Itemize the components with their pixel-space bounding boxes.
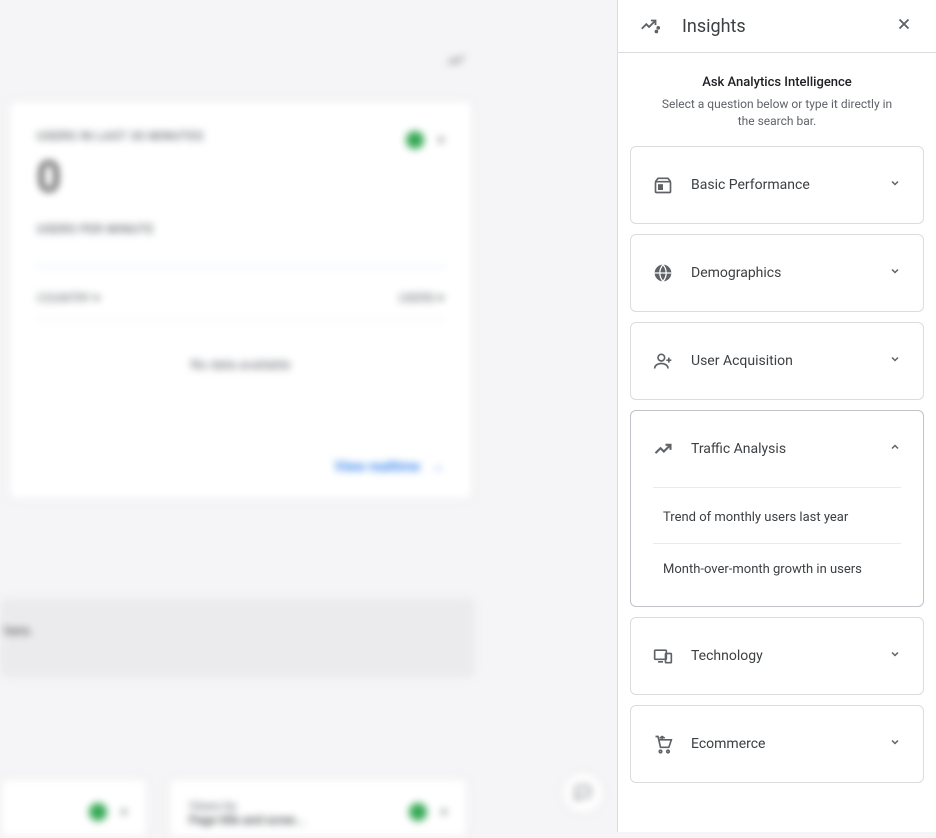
card-title: USERS IN LAST 30 MINUTES xyxy=(37,129,444,143)
no-data-message: No data available xyxy=(37,358,444,373)
suggestion-item[interactable]: Trend of monthly users last year xyxy=(653,492,901,545)
category-basic-performance: Basic Performance xyxy=(630,146,924,224)
arrow-icon: → xyxy=(430,458,444,475)
person-icon xyxy=(653,351,673,371)
category-label: Basic Performance xyxy=(691,177,871,193)
category-label: User Acquisition xyxy=(691,353,871,369)
category-demographics: Demographics xyxy=(630,234,924,312)
panel-subtitle: Ask Analytics Intelligence Select a ques… xyxy=(618,53,936,130)
info-banner: here. xyxy=(0,598,475,678)
globe-icon xyxy=(653,263,673,283)
chart-baseline xyxy=(37,266,444,267)
insights-icon xyxy=(638,14,662,38)
category-label: Traffic Analysis xyxy=(691,441,871,457)
ask-intelligence-desc: Select a question below or type it direc… xyxy=(650,96,904,130)
category-header[interactable]: User Acquisition xyxy=(631,323,923,399)
small-card-1: ▾ xyxy=(0,778,148,838)
dashboard-icon xyxy=(653,175,673,195)
category-user-acquisition: User Acquisition xyxy=(630,322,924,400)
status-dot xyxy=(89,803,107,821)
close-icon[interactable] xyxy=(892,14,916,38)
panel-header: Insights xyxy=(618,0,936,53)
chevron-down-icon xyxy=(889,353,901,368)
chevron-down-icon: ▾ xyxy=(441,805,447,819)
view-realtime-link[interactable]: View realtime → xyxy=(335,458,444,475)
chevron-down-icon xyxy=(889,736,901,751)
realtime-card: USERS IN LAST 30 MINUTES ▾ 0 USERS PER M… xyxy=(8,100,473,500)
chevron-down-icon xyxy=(889,648,901,663)
dashboard-background: USERS IN LAST 30 MINUTES ▾ 0 USERS PER M… xyxy=(0,0,617,832)
status-dot xyxy=(406,131,424,149)
category-label: Ecommerce xyxy=(691,736,871,752)
category-list: Basic Performance Demographics User Acquis… xyxy=(618,130,936,809)
feedback-button[interactable] xyxy=(562,772,604,814)
category-header[interactable]: Traffic Analysis xyxy=(631,411,923,487)
category-ecommerce: Ecommerce xyxy=(630,705,924,783)
card-indicator: ▾ xyxy=(406,131,444,149)
small-card-2: Views by Page title and scree... ▾ xyxy=(168,778,468,838)
insights-panel: Insights Ask Analytics Intelligence Sele… xyxy=(617,0,936,832)
category-technology: Technology xyxy=(630,617,924,695)
cart-icon xyxy=(653,734,673,754)
chevron-down-icon xyxy=(889,177,901,192)
chevron-down-icon: ▾ xyxy=(121,805,127,819)
category-label: Demographics xyxy=(691,265,871,281)
category-header[interactable]: Technology xyxy=(631,618,923,694)
ask-intelligence-title: Ask Analytics Intelligence xyxy=(650,75,904,90)
users-count: 0 xyxy=(37,153,444,202)
status-dot xyxy=(409,803,427,821)
category-header[interactable]: Demographics xyxy=(631,235,923,311)
category-label: Technology xyxy=(691,648,871,664)
trending-icon xyxy=(653,439,673,459)
suggestion-item[interactable]: Month-over-month growth in users xyxy=(653,544,901,596)
category-header[interactable]: Ecommerce xyxy=(631,706,923,782)
devices-icon xyxy=(653,646,673,666)
per-minute-label: USERS PER MINUTE xyxy=(37,222,444,236)
users-header: USERS ▾ xyxy=(399,291,444,305)
table-header: COUNTRY ▾ USERS ▾ xyxy=(37,291,444,320)
category-header[interactable]: Basic Performance xyxy=(631,147,923,223)
share-icon xyxy=(446,50,466,75)
category-items: Trend of monthly users last yearMonth-ov… xyxy=(631,487,923,606)
category-traffic-analysis: Traffic Analysis Trend of monthly users l… xyxy=(630,410,924,607)
chevron-up-icon xyxy=(889,441,901,456)
panel-title: Insights xyxy=(682,16,872,37)
country-header: COUNTRY ▾ xyxy=(37,291,100,305)
chevron-down-icon: ▾ xyxy=(438,133,444,147)
chevron-down-icon xyxy=(889,265,901,280)
